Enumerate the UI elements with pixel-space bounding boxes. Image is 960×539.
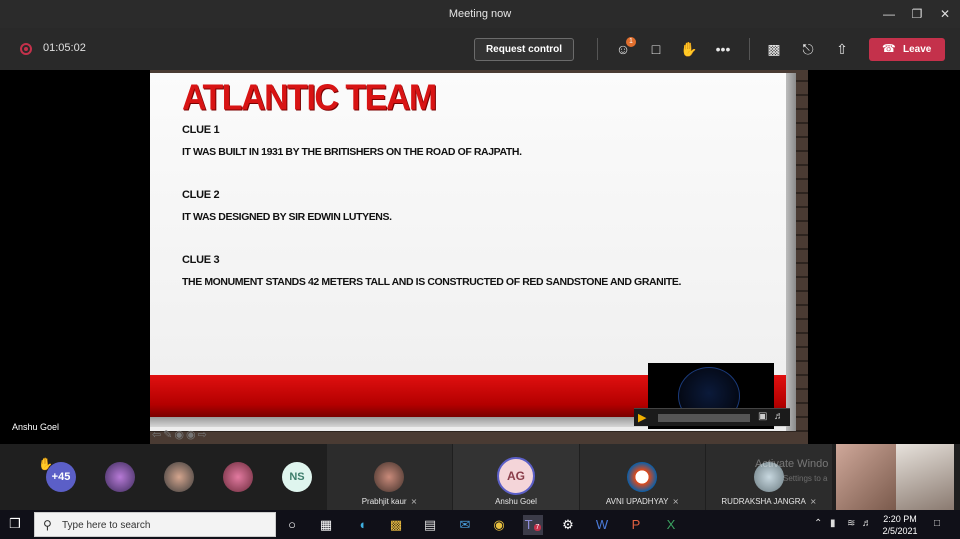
- mic-off-icon: ⨯: [410, 497, 418, 506]
- meeting-timer: 01:05:02: [43, 42, 86, 54]
- video-controls: ▶ ▣ ♬: [634, 408, 790, 426]
- minimize-icon[interactable]: —: [880, 5, 898, 23]
- clue-heading: CLUE 1: [182, 124, 220, 136]
- participant-tile[interactable]: Prabhjit kaur ⨯: [327, 444, 452, 510]
- participant-tile[interactable]: AG Anshu Goel: [453, 444, 579, 510]
- volume-icon[interactable]: ♬: [862, 518, 872, 529]
- powerpoint-icon[interactable]: P: [626, 515, 646, 535]
- participant-name: Prabhjit kaur ⨯: [361, 497, 418, 506]
- avatar[interactable]: [164, 462, 194, 492]
- leave-label: Leave: [903, 44, 932, 55]
- store-icon[interactable]: ▤: [420, 515, 440, 535]
- raise-hand-icon[interactable]: ✋: [679, 39, 699, 59]
- video-tile[interactable]: [896, 444, 954, 510]
- clock-time: 2:20 PM: [883, 514, 917, 524]
- window-title: Meeting now: [448, 8, 512, 20]
- recording-icon: [20, 43, 32, 55]
- activate-windows-watermark: Activate Windo: [755, 458, 829, 470]
- settings-icon[interactable]: ⚙: [558, 515, 578, 535]
- camera-off-icon[interactable]: ▩: [764, 39, 784, 59]
- notifications-icon[interactable]: □: [934, 518, 940, 529]
- play-icon[interactable]: ▶: [638, 411, 646, 424]
- clue-text: THE MONUMENT STANDS 42 METERS TALL AND I…: [182, 276, 682, 288]
- avatar-initials: AG: [497, 457, 535, 495]
- avatar-initials[interactable]: NS: [282, 462, 312, 492]
- close-icon[interactable]: ✕: [936, 5, 954, 23]
- participants-strip: ✋ +45 NS Prabhjit kaur ⨯ AG Anshu Goel AV…: [0, 444, 960, 510]
- word-icon[interactable]: W: [592, 515, 612, 535]
- participant-tile[interactable]: AVNI UPADHYAY ⨯: [580, 444, 705, 510]
- activate-windows-subtext: Settings to a: [783, 474, 828, 483]
- file-explorer-icon[interactable]: ▩: [386, 515, 406, 535]
- clue-text: IT WAS BUILT IN 1931 BY THE BRITISHERS O…: [182, 146, 522, 158]
- clue-text: IT WAS DESIGNED BY SIR EDWIN LUTYENS.: [182, 211, 392, 223]
- search-icon: ⚲: [43, 518, 52, 532]
- avatar: [627, 462, 657, 492]
- request-control-button[interactable]: Request control: [474, 38, 574, 61]
- teams-meeting-window: Meeting now — ❐ ✕ 01:05:02 Request contr…: [0, 0, 960, 539]
- share-screen-icon[interactable]: ⇧: [832, 39, 852, 59]
- toolbar-divider: [597, 38, 598, 60]
- participant-name: AVNI UPADHYAY ⨯: [605, 497, 680, 506]
- slide-edge: [786, 73, 796, 431]
- participant-name: Anshu Goel: [495, 497, 537, 506]
- avatar[interactable]: [223, 462, 253, 492]
- video-tile[interactable]: [836, 444, 896, 510]
- slideshow-controls[interactable]: ⇦✎◉◉⇨: [152, 428, 232, 442]
- avatar: [374, 462, 404, 492]
- overflow-participants[interactable]: +45: [46, 462, 76, 492]
- mic-off-icon: ⨯: [809, 497, 817, 506]
- excel-icon[interactable]: X: [661, 515, 681, 535]
- maximize-icon[interactable]: ❐: [908, 5, 926, 23]
- cortana-icon[interactable]: ○: [282, 515, 302, 535]
- phone-hangup-icon: ☎: [882, 43, 896, 55]
- clue-heading: CLUE 2: [182, 189, 220, 201]
- avatar[interactable]: [105, 462, 135, 492]
- participants-badge: 1: [626, 37, 636, 47]
- show-hidden-icons[interactable]: ⌃: [814, 518, 822, 529]
- battery-icon[interactable]: ▮: [830, 518, 836, 529]
- mic-off-icon: ⨯: [672, 497, 680, 506]
- captions-icon[interactable]: ▣: [758, 411, 767, 422]
- chrome-icon[interactable]: ◉: [489, 515, 509, 535]
- shared-screen-stage: ATLANTIC TEAM CLUE 1 IT WAS BUILT IN 193…: [0, 70, 960, 444]
- meeting-toolbar: 01:05:02 Request control ☺ 1 □ ✋ ••• ▩ ⎋…: [0, 28, 960, 70]
- windows-start-icon[interactable]: ❒: [9, 517, 23, 531]
- taskbar-clock[interactable]: 2:20 PM 2/5/2021: [876, 513, 924, 537]
- video-progress-bar[interactable]: [658, 414, 750, 422]
- chat-icon[interactable]: □: [646, 39, 666, 59]
- teams-icon[interactable]: T7: [523, 515, 543, 535]
- toolbar-divider: [749, 38, 750, 60]
- slide-title: ATLANTIC TEAM: [182, 78, 437, 118]
- mail-icon[interactable]: ✉: [455, 515, 475, 535]
- windows-taskbar: ❒ ⚲ Type here to search ○ ▦ ◖ ▩ ▤ ✉ ◉ T7…: [0, 510, 960, 539]
- participant-tile[interactable]: RUDRAKSHA JANGRA ⨯ Activate Windo Setting…: [706, 444, 832, 510]
- volume-icon[interactable]: ♬: [774, 411, 784, 422]
- clue-heading: CLUE 3: [182, 254, 220, 266]
- more-actions-icon[interactable]: •••: [713, 39, 733, 59]
- clock-date: 2/5/2021: [882, 526, 918, 536]
- wifi-icon[interactable]: ≋: [847, 518, 855, 529]
- title-bar: Meeting now — ❐ ✕: [0, 0, 960, 28]
- teams-badge: 7: [533, 524, 542, 531]
- search-placeholder: Type here to search: [62, 520, 151, 531]
- mic-off-icon[interactable]: ⎋: [798, 39, 818, 59]
- participant-name: RUDRAKSHA JANGRA ⨯: [721, 497, 817, 506]
- presenter-name: Anshu Goel: [12, 422, 60, 432]
- task-view-icon[interactable]: ▦: [316, 515, 336, 535]
- leave-button[interactable]: ☎ Leave: [869, 38, 945, 61]
- edge-icon[interactable]: ◖: [352, 515, 372, 535]
- taskbar-search[interactable]: ⚲ Type here to search: [34, 512, 276, 537]
